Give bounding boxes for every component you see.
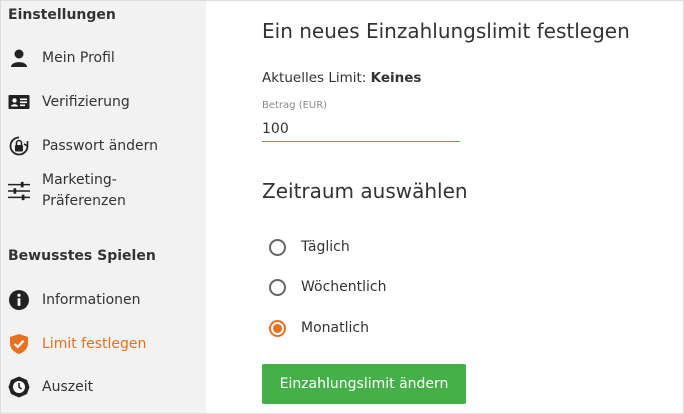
radio-monthly[interactable]: Monatlich [269,315,369,341]
sidebar: Einstellungen Mein Profil Verifizierung … [1,1,206,413]
current-limit-value: Keines [370,70,422,86]
radio-label: Wöchentlich [301,279,387,295]
period-title: Zeitraum auswählen [262,179,468,203]
sidebar-item-information[interactable]: Informationen [1,282,206,318]
radio-weekly[interactable]: Wöchentlich [269,274,386,300]
lock-icon [8,135,30,157]
section-title-settings: Einstellungen [8,7,116,23]
section-title-responsible-gaming: Bewusstes Spielen [8,248,156,264]
settings-panel: Einstellungen Mein Profil Verifizierung … [0,0,684,414]
amount-input[interactable] [262,117,460,142]
user-icon [8,47,30,69]
sidebar-item-label: Mein Profil [42,50,115,66]
info-icon [8,289,30,311]
sidebar-item-change-password[interactable]: Passwort ändern [1,128,206,164]
sidebar-item-label: Informationen [42,292,141,308]
radio-button[interactable] [269,278,286,296]
change-deposit-limit-button[interactable]: Einzahlungslimit ändern [262,364,466,404]
sidebar-item-timeout[interactable]: Auszeit [1,369,206,405]
main-content: Ein neues Einzahlungslimit festlegen Akt… [206,1,683,413]
sidebar-item-set-limit[interactable]: Limit festlegen [1,326,206,362]
amount-label: Betrag (EUR) [262,100,328,111]
clock-icon [8,376,30,398]
id-card-icon [8,91,30,113]
radio-daily[interactable]: Täglich [269,234,350,260]
radio-button[interactable] [269,238,286,256]
radio-label: Täglich [301,239,350,255]
sidebar-item-label: Auszeit [42,379,94,395]
sidebar-item-marketing-preferences[interactable]: Marketing- Präferenzen [1,169,206,215]
sidebar-item-verification[interactable]: Verifizierung [1,84,206,120]
shield-check-icon [8,333,30,355]
sidebar-item-label: Passwort ändern [42,138,159,154]
radio-button-selected[interactable] [269,319,286,337]
sidebar-item-label: Verifizierung [42,94,130,110]
radio-label: Monatlich [301,320,369,336]
sidebar-item-profile[interactable]: Mein Profil [1,40,206,76]
page-title: Ein neues Einzahlungslimit festlegen [262,19,630,43]
sidebar-item-label: Marketing- Präferenzen [42,172,126,209]
current-limit-label: Aktuelles Limit: [262,70,367,86]
current-limit: Aktuelles Limit: Keines [262,70,421,86]
sidebar-item-label: Limit festlegen [42,336,147,352]
sliders-icon [8,180,30,202]
